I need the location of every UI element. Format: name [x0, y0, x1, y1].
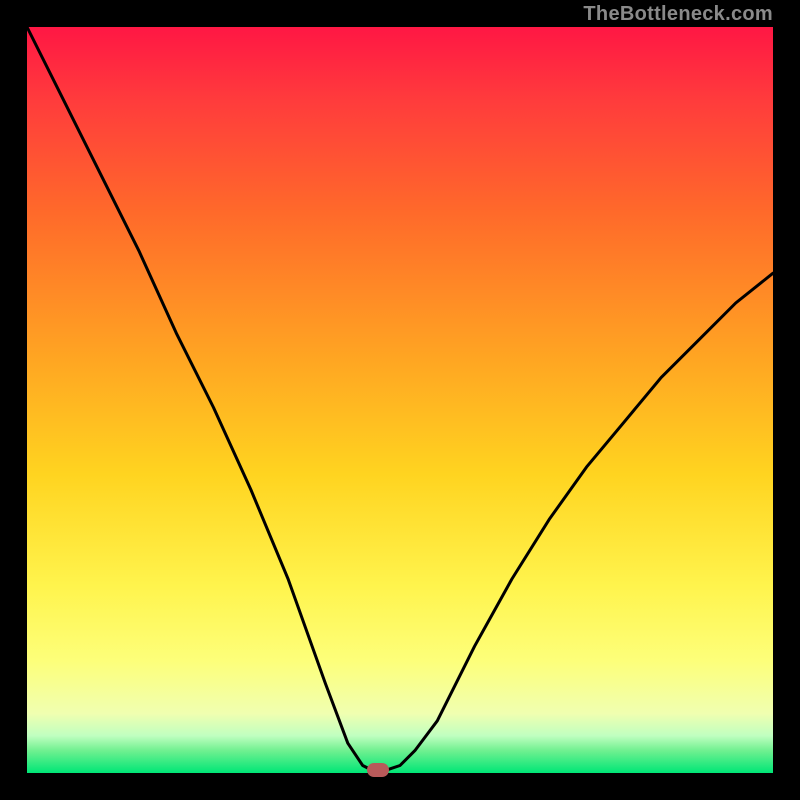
optimal-marker — [367, 763, 389, 777]
bottleneck-curve — [27, 27, 773, 773]
watermark-text: TheBottleneck.com — [583, 3, 773, 26]
curve-svg — [27, 27, 773, 773]
plot-area — [27, 27, 773, 773]
chart-frame: TheBottleneck.com — [0, 0, 800, 800]
